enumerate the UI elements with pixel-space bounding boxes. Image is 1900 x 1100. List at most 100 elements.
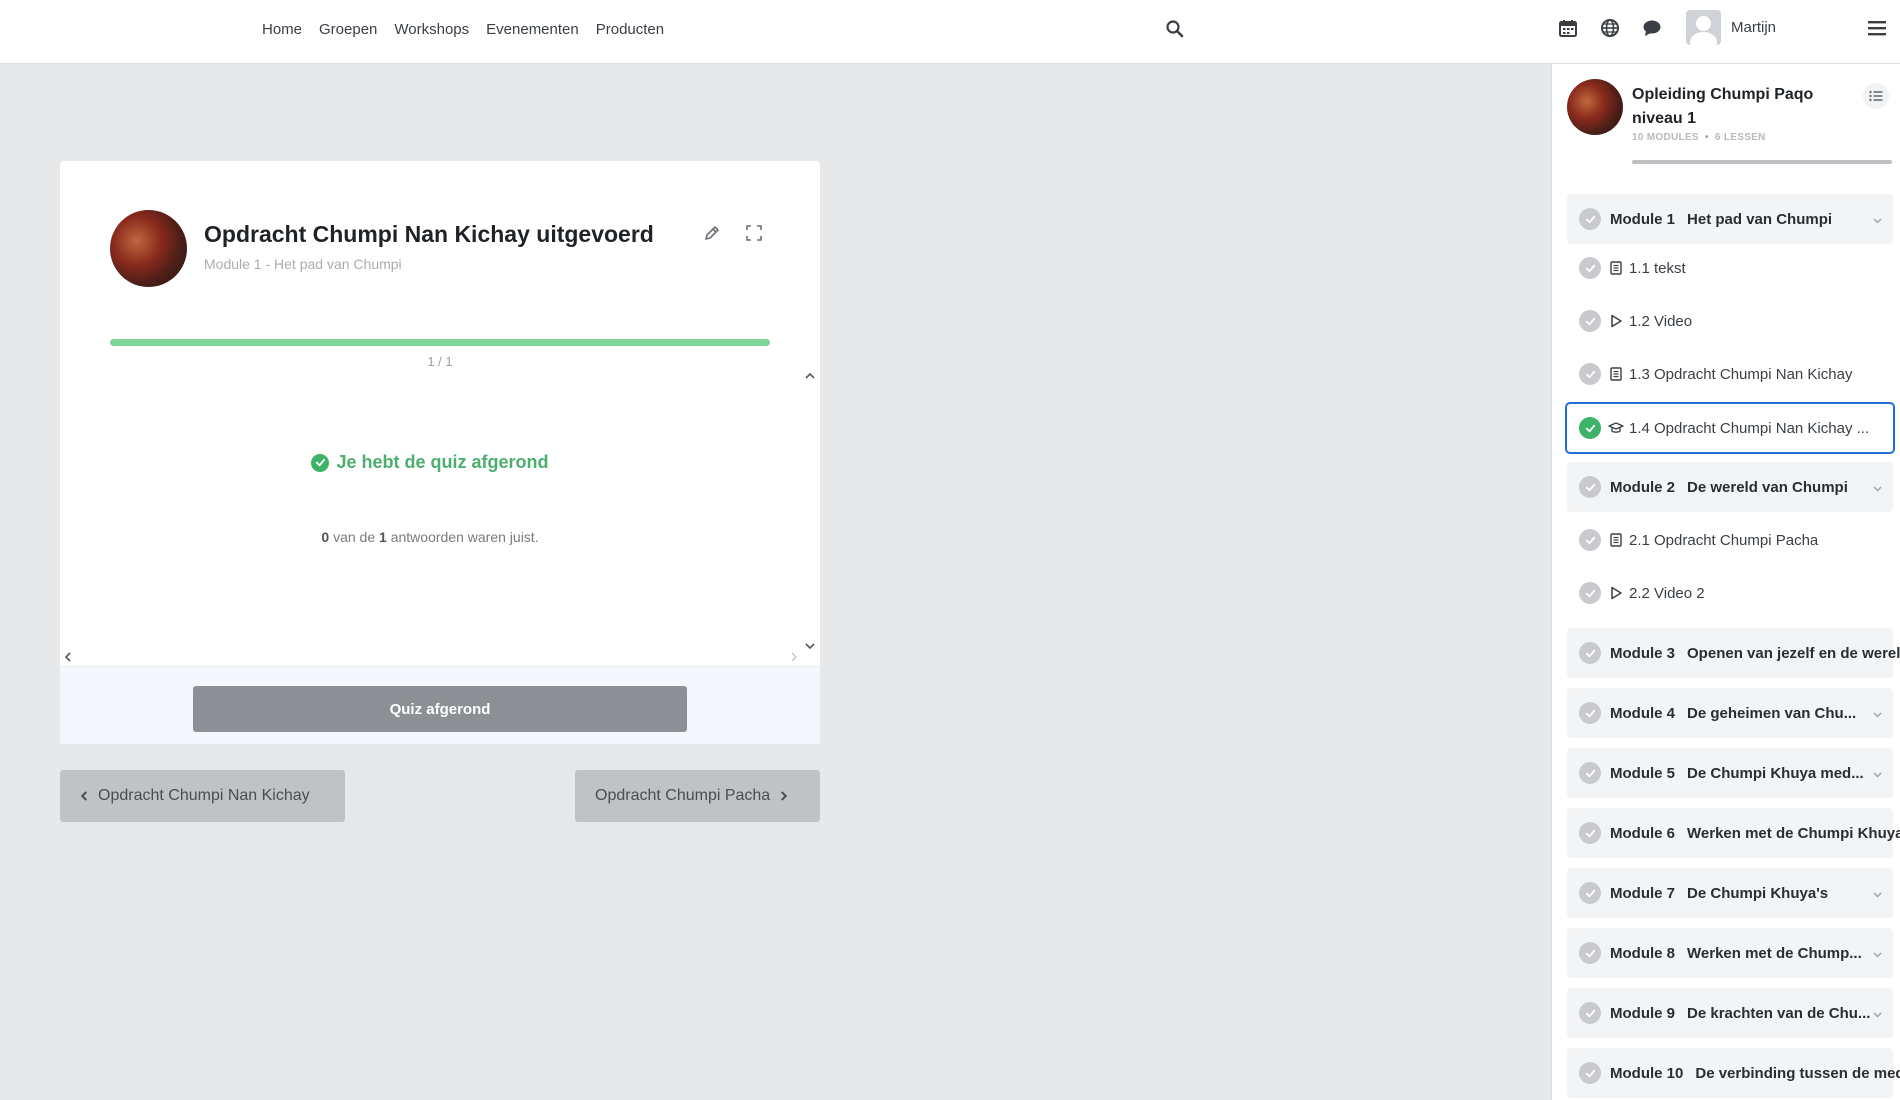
top-navigation-bar: Home Groepen Workshops Evenementen Produ… <box>0 0 1900 64</box>
user-name[interactable]: Martijn <box>1731 19 1776 36</box>
outline-list-icon[interactable] <box>1863 83 1889 109</box>
nav-link-workshops[interactable]: Workshops <box>394 21 469 38</box>
sidebar-lesson-item[interactable]: 1.1 tekst <box>1567 243 1895 293</box>
quiz-result-summary: 0 van de 1 antwoorden waren juist. <box>60 529 800 545</box>
chevron-down-icon[interactable] <box>1872 213 1883 224</box>
sidebar-module-item[interactable]: Module 7 De Chumpi Khuya's <box>1567 868 1893 918</box>
module-name: De wereld van Chumpi <box>1687 478 1848 496</box>
graduation-cap-icon <box>1608 420 1624 436</box>
chevron-down-icon[interactable] <box>1872 707 1883 718</box>
quiz-finished-button[interactable]: Quiz afgerond <box>193 686 687 732</box>
module-name: De Chumpi Khuya med... <box>1687 764 1864 782</box>
edit-pencil-icon[interactable] <box>702 223 722 243</box>
previous-lesson-button[interactable]: Opdracht Chumpi Nan Kichay <box>60 770 345 822</box>
sidebar-module-item[interactable]: Module 2 De wereld van Chumpi <box>1567 462 1893 512</box>
sidebar-module-item[interactable]: Module 8 Werken met de Chump... <box>1567 928 1893 978</box>
sidebar-lesson-item[interactable]: 1.2 Video <box>1567 296 1895 346</box>
course-title[interactable]: Opleiding Chumpi Paqo niveau 1 <box>1632 83 1847 131</box>
quiz-progress-text: 1 / 1 <box>427 354 453 369</box>
play-icon <box>1608 585 1624 601</box>
next-lesson-label: Opdracht Chumpi Pacha <box>595 787 771 804</box>
quiz-complete-message: Je hebt de quiz afgerond <box>60 452 800 473</box>
check-icon <box>1579 1062 1601 1084</box>
quiz-module-subtitle: Module 1 - Het pad van Chumpi <box>204 256 402 272</box>
nav-link-home[interactable]: Home <box>262 21 302 38</box>
lesson-name: 1.1 tekst <box>1629 259 1686 277</box>
fullscreen-icon[interactable] <box>744 223 764 243</box>
check-icon <box>1579 942 1601 964</box>
sidebar-lesson-item[interactable]: 2.1 Opdracht Chumpi Pacha <box>1567 515 1895 565</box>
check-icon <box>1579 476 1601 498</box>
module-number: Module 2 <box>1610 478 1676 496</box>
nav-link-evenementen[interactable]: Evenementen <box>486 21 579 38</box>
result-total-count: 1 <box>379 529 387 545</box>
sidebar-module-item[interactable]: Module 6 Werken met de Chumpi Khuya's <box>1567 808 1900 858</box>
sidebar-module-item[interactable]: Module 4 De geheimen van Chu... <box>1567 688 1893 738</box>
document-icon <box>1608 260 1624 276</box>
module-name: De geheimen van Chu... <box>1687 704 1857 722</box>
module-number: Module 6 <box>1610 824 1676 842</box>
quiz-progress-fill <box>110 339 770 346</box>
quiz-title: Opdracht Chumpi Nan Kichay uitgevoerd <box>204 221 654 247</box>
lesson-name: 1.2 Video <box>1629 312 1693 330</box>
previous-lesson-label: Opdracht Chumpi Nan Kichay <box>98 787 310 804</box>
course-progress-bar <box>1632 160 1892 164</box>
avatar[interactable] <box>1686 10 1721 45</box>
module-name: De krachten van de Chu... <box>1687 1004 1871 1022</box>
sidebar-module-item[interactable]: Module 1 Het pad van Chumpi <box>1567 194 1893 244</box>
chevron-right-icon <box>781 791 788 801</box>
check-icon <box>1579 310 1601 332</box>
module-number: Module 9 <box>1610 1004 1676 1022</box>
module-name: Werken met de Chumpi Khuya's <box>1687 824 1900 842</box>
nav-link-producten[interactable]: Producten <box>596 21 664 38</box>
chevron-down-icon[interactable] <box>1872 481 1883 492</box>
vertical-scrollbar[interactable] <box>802 370 818 652</box>
quiz-card: Opdracht Chumpi Nan Kichay uitgevoerd Mo… <box>60 161 820 744</box>
sidebar-module-item[interactable]: Module 5 De Chumpi Khuya med... <box>1567 748 1893 798</box>
sidebar-lesson-item-active[interactable]: 1.4 Opdracht Chumpi Nan Kichay ... <box>1565 402 1895 454</box>
module-number: Module 3 <box>1610 644 1676 662</box>
check-icon <box>1579 582 1601 604</box>
check-icon <box>1579 762 1601 784</box>
user-menu[interactable]: Martijn <box>1686 10 1776 45</box>
course-image <box>110 210 187 287</box>
check-icon <box>1579 822 1601 844</box>
next-lesson-button[interactable]: Opdracht Chumpi Pacha <box>575 770 820 822</box>
check-icon <box>1579 417 1601 439</box>
calendar-icon[interactable] <box>1558 18 1578 38</box>
course-sidebar: Opleiding Chumpi Paqo niveau 1 10 MODULE… <box>1551 64 1900 1100</box>
hamburger-menu-icon[interactable] <box>1868 20 1886 36</box>
horizontal-scrollbar[interactable] <box>60 648 802 666</box>
result-suffix-text: antwoorden waren juist. <box>390 529 539 545</box>
lessons-count: 6 LESSEN <box>1714 132 1766 143</box>
search-icon[interactable] <box>1165 19 1185 39</box>
module-number: Module 5 <box>1610 764 1676 782</box>
sidebar-module-item[interactable]: Module 9 De krachten van de Chu... <box>1567 988 1893 1038</box>
globe-icon[interactable] <box>1600 18 1620 38</box>
check-icon <box>1579 882 1601 904</box>
main-nav: Home Groepen Workshops Evenementen Produ… <box>262 0 664 58</box>
nav-link-groepen[interactable]: Groepen <box>319 21 377 38</box>
chat-icon[interactable] <box>1642 18 1662 38</box>
sidebar-module-item[interactable]: Module 3 Openen van jezelf en de wereld <box>1567 628 1900 678</box>
modules-count: 10 MODULES <box>1632 132 1699 143</box>
course-meta: 10 MODULES • 6 LESSEN <box>1632 132 1766 143</box>
chevron-down-icon[interactable] <box>1872 767 1883 778</box>
chevron-down-icon[interactable] <box>1872 947 1883 958</box>
check-icon <box>1579 1002 1601 1024</box>
chevron-down-icon[interactable] <box>1872 887 1883 898</box>
lesson-name: 1.4 Opdracht Chumpi Nan Kichay ... <box>1629 419 1870 437</box>
quiz-complete-text: Je hebt de quiz afgerond <box>336 452 549 472</box>
result-mid-text: van de <box>333 529 376 545</box>
result-correct-count: 0 <box>321 529 330 545</box>
module-name: De Chumpi Khuya's <box>1687 884 1829 902</box>
sidebar-lesson-item[interactable]: 2.2 Video 2 <box>1567 568 1895 618</box>
sidebar-module-item[interactable]: Module 10 De verbinding tussen de mede <box>1567 1048 1900 1098</box>
module-number: Module 1 <box>1610 210 1676 228</box>
chevron-down-icon[interactable] <box>1872 1007 1883 1018</box>
module-name: Openen van jezelf en de wereld <box>1687 644 1900 662</box>
sidebar-lesson-item[interactable]: 1.3 Opdracht Chumpi Nan Kichay <box>1567 349 1895 399</box>
module-number: Module 4 <box>1610 704 1676 722</box>
lesson-name: 1.3 Opdracht Chumpi Nan Kichay <box>1629 365 1853 383</box>
check-icon <box>1579 363 1601 385</box>
